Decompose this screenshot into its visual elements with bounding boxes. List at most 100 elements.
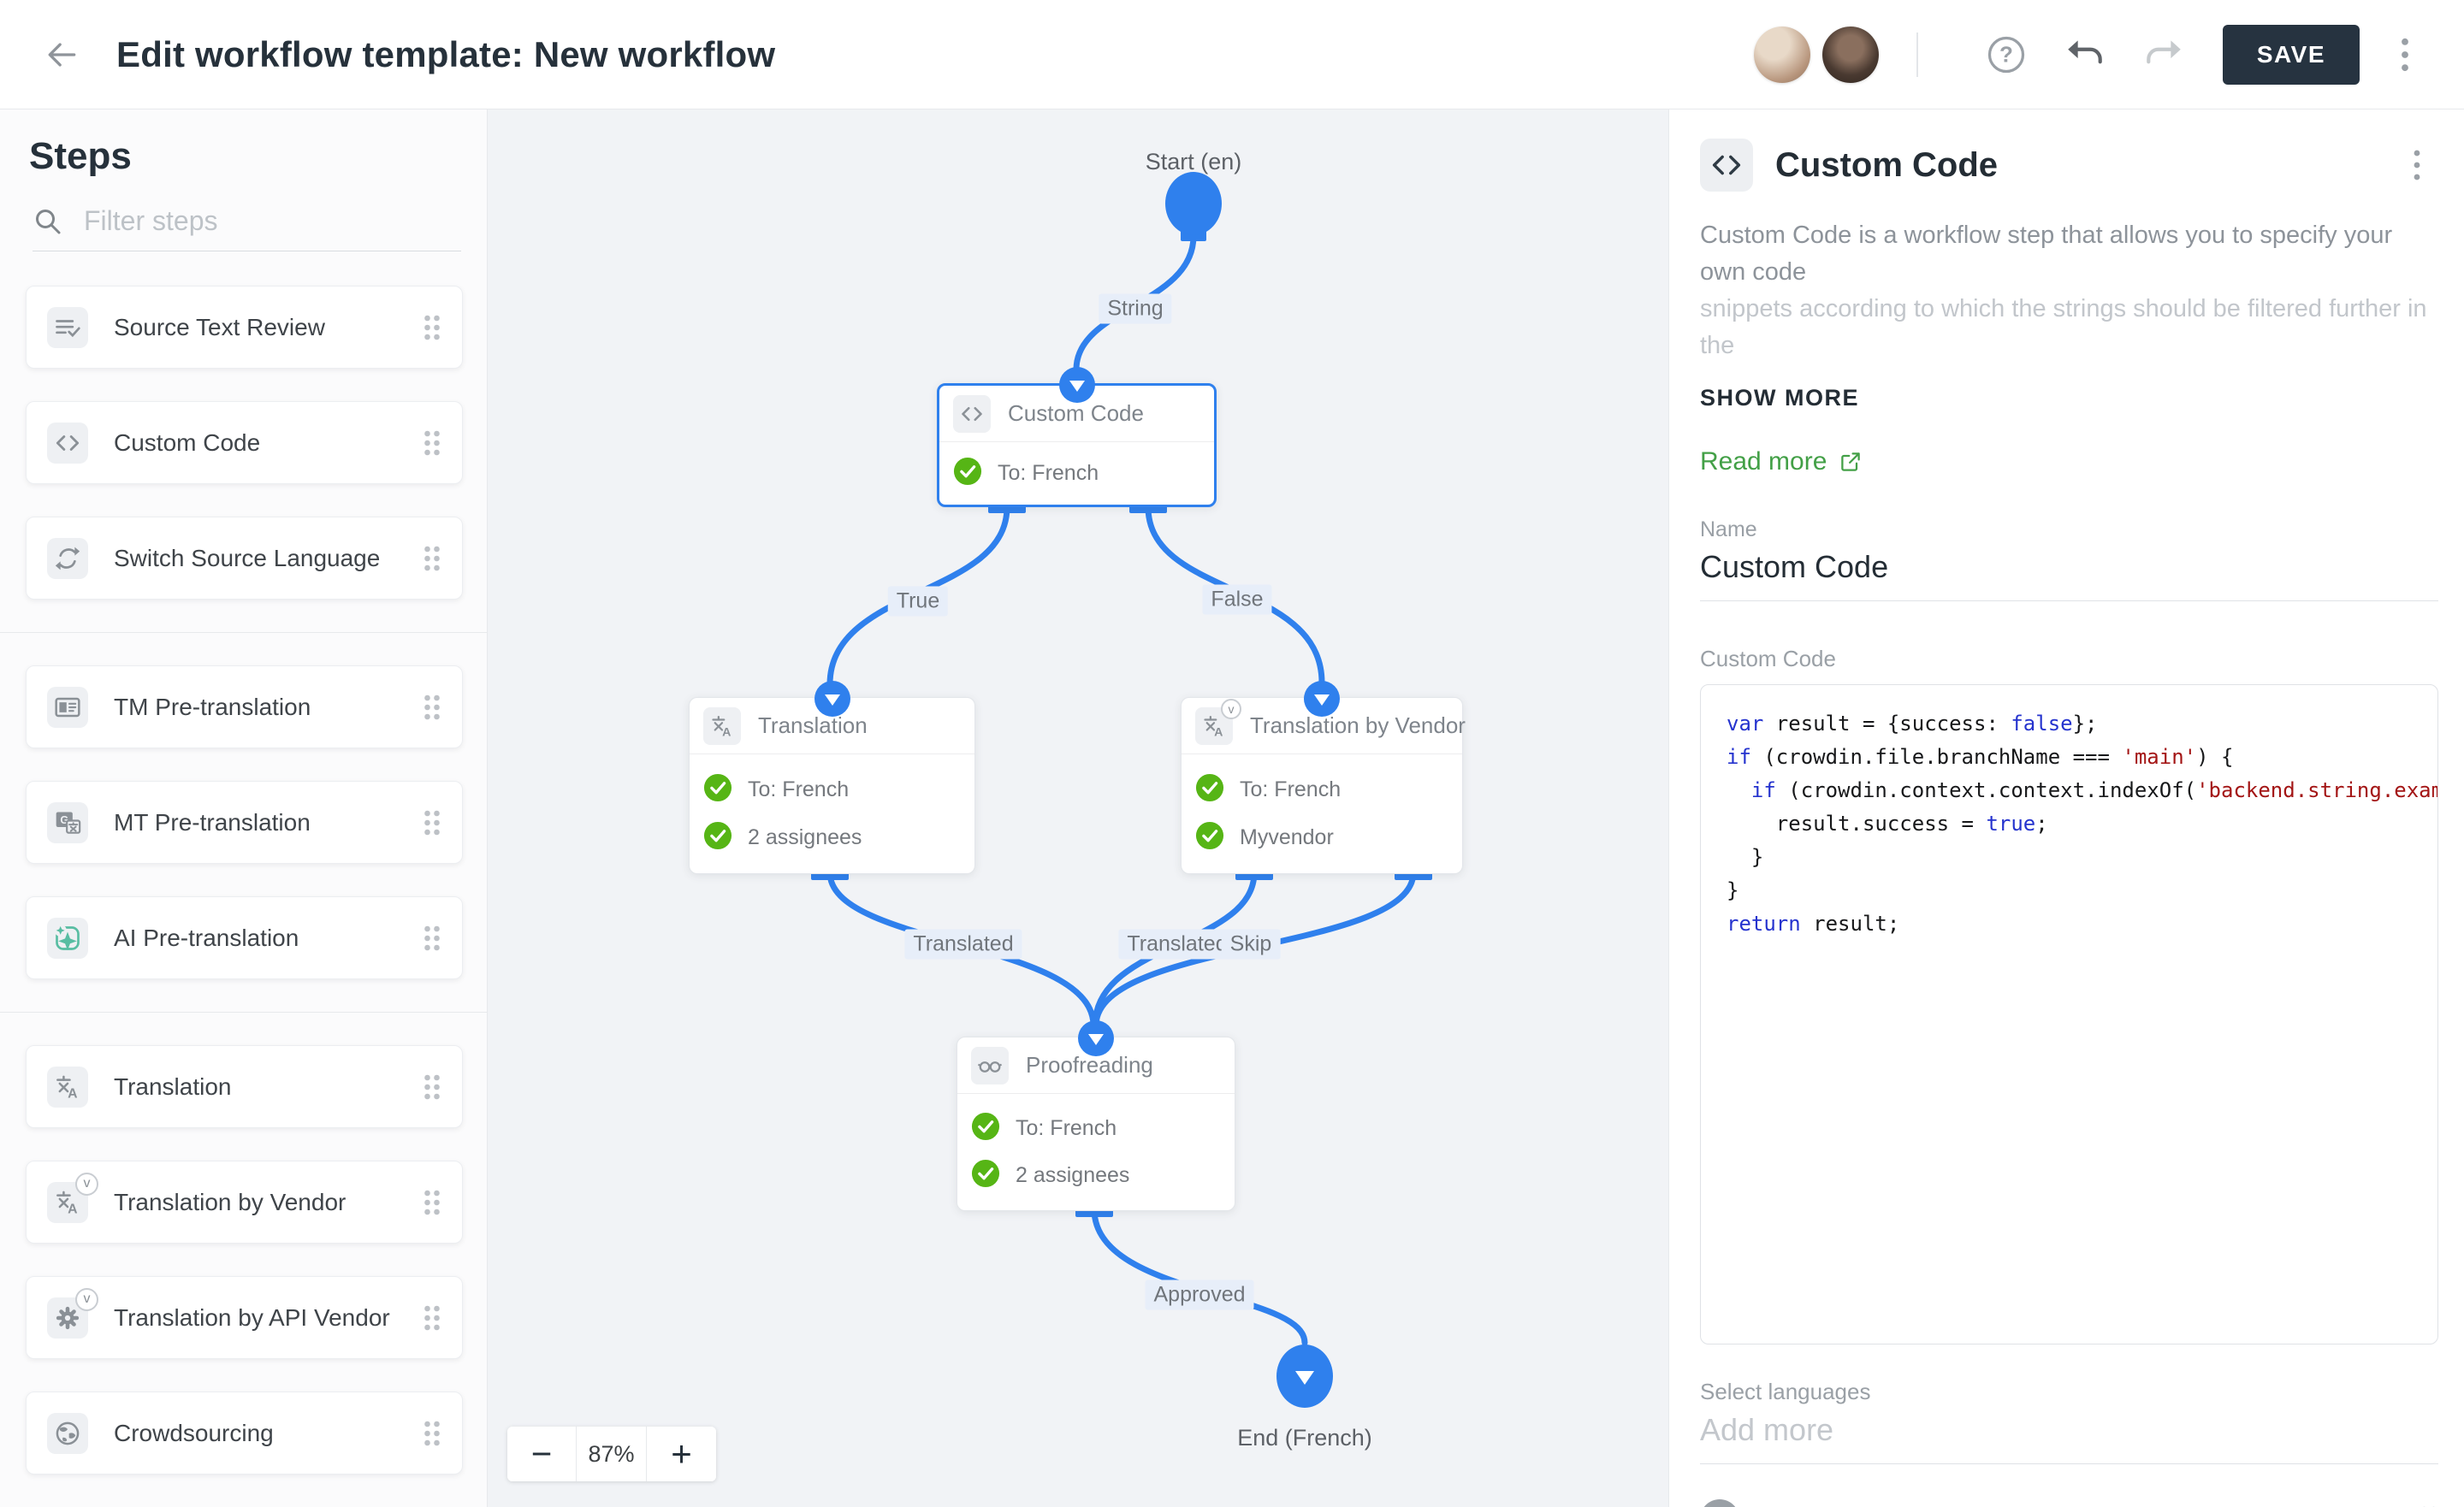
sidebar-step-custom-code[interactable]: Custom Code	[26, 401, 463, 484]
drag-handle-icon[interactable]	[423, 313, 441, 342]
edge-proofreading-approved	[1094, 1209, 1305, 1343]
workflow-node-proofreading[interactable]: Proofreading To: French 2 assignees	[957, 1037, 1235, 1211]
more-menu-button[interactable]	[2382, 30, 2428, 80]
node-status-text: 2 assignees	[1016, 1163, 1129, 1188]
help-button[interactable]: ?	[1981, 30, 2031, 80]
edge-label-skip: Skip	[1222, 930, 1281, 960]
workflow-edges	[488, 109, 1668, 1507]
sidebar-step-source-text-review[interactable]: Source Text Review	[26, 286, 463, 369]
drag-handle-icon[interactable]	[423, 1303, 441, 1333]
remove-language-button[interactable]	[1700, 1499, 1739, 1507]
read-more-label: Read more	[1700, 447, 1827, 476]
filter-steps-field	[33, 205, 461, 251]
sidebar-step-mt-pre-translation[interactable]: GMT Pre-translation	[26, 781, 463, 864]
step-label: Custom Code	[114, 429, 397, 457]
language-row-french: French	[1700, 1483, 2438, 1507]
node-title: Custom Code	[1008, 400, 1144, 427]
back-arrow-icon	[43, 36, 80, 74]
edge-label-translated: Translated	[904, 930, 1022, 960]
zoom-in-button[interactable]: +	[647, 1427, 716, 1481]
read-more-link[interactable]: Read more	[1700, 447, 2438, 476]
panel-more-menu-button[interactable]	[2396, 140, 2438, 190]
translation-icon: Av	[1195, 707, 1233, 745]
node-status-row: Myvendor	[1182, 821, 1462, 854]
steps-group-divider	[0, 1012, 488, 1013]
sidebar-step-translation-by-vendor[interactable]: AvTranslation by Vendor	[26, 1161, 463, 1244]
source-text-review-icon	[47, 307, 88, 348]
node-status-text: 2 assignees	[748, 825, 862, 850]
sidebar-step-tm-pre-translation[interactable]: TM Pre-translation	[26, 665, 463, 748]
workflow-canvas[interactable]: Start (en) End (French) StringTrueFalseT…	[488, 109, 1668, 1507]
redo-button[interactable]	[2139, 30, 2189, 80]
node-status-row: To: French	[1182, 773, 1462, 807]
code-editor[interactable]: var result = {success: false};if (crowdi…	[1700, 684, 2438, 1344]
custom-code-icon	[1700, 139, 1753, 192]
save-button[interactable]: SAVE	[2223, 25, 2360, 85]
workflow-node-translation-by-vendor[interactable]: Av Translation by Vendor To: French Myvendo…	[1181, 697, 1463, 874]
sidebar-step-translation-by-api-vendor[interactable]: vTranslation by API Vendor	[26, 1276, 463, 1359]
drag-handle-icon[interactable]	[423, 544, 441, 573]
sidebar-step-switch-source-language[interactable]: Switch Source Language	[26, 517, 463, 600]
edge-label-string: String	[1099, 294, 1171, 324]
show-more-button[interactable]: SHOW MORE	[1700, 385, 2438, 411]
undo-button[interactable]	[2060, 30, 2110, 80]
details-panel: Custom Code Custom Code is a workflow st…	[1668, 109, 2464, 1507]
sidebar-step-translation[interactable]: ATranslation	[26, 1045, 463, 1128]
check-icon	[971, 1159, 1000, 1192]
steps-group: Source Text Review Custom Code Switch Sour…	[26, 286, 463, 600]
port-translation-by-vendor-in[interactable]	[1304, 681, 1340, 717]
vendor-badge: v	[1221, 699, 1241, 719]
node-status-text: To: French	[1016, 1116, 1116, 1141]
code-line: if (crowdin.context.context.indexOf('bac…	[1727, 774, 2437, 807]
back-button[interactable]	[36, 29, 87, 80]
translation-icon: A	[47, 1067, 88, 1108]
step-label: TM Pre-translation	[114, 694, 397, 721]
sidebar-step-crowdsourcing[interactable]: Crowdsourcing	[26, 1392, 463, 1474]
page-title: Edit workflow template: New workflow	[116, 34, 775, 75]
start-node[interactable]	[1165, 172, 1222, 235]
kebab-icon	[2397, 33, 2413, 77]
port-custom-code-in[interactable]	[1059, 367, 1095, 403]
search-icon	[33, 206, 63, 237]
node-title: Proofreading	[1026, 1052, 1153, 1079]
port-proofreading-in[interactable]	[1078, 1020, 1114, 1056]
steps-group: ATranslation AvTranslation by Vendor vTran…	[26, 1045, 463, 1474]
avatar[interactable]	[1754, 27, 1810, 83]
drag-handle-icon[interactable]	[423, 1188, 441, 1217]
name-input[interactable]	[1700, 542, 2438, 601]
port-translation-in[interactable]	[814, 681, 850, 717]
drag-handle-icon[interactable]	[423, 693, 441, 722]
step-label: Source Text Review	[114, 314, 397, 341]
node-status-row: 2 assignees	[690, 821, 974, 854]
external-link-icon	[1839, 450, 1863, 474]
select-languages-label: Select languages	[1700, 1379, 2438, 1405]
panel-header: Custom Code	[1700, 139, 2438, 192]
vendor-badge: v	[75, 1173, 98, 1196]
selected-languages-list: French	[1700, 1483, 2438, 1507]
check-icon	[1195, 773, 1224, 807]
drag-handle-icon[interactable]	[423, 924, 441, 953]
drag-handle-icon[interactable]	[423, 428, 441, 458]
node-title: Translation	[758, 712, 868, 739]
ai-pretranslation-icon	[47, 918, 88, 959]
translation-icon: Av	[47, 1182, 88, 1223]
edge-label-true: True	[888, 587, 948, 617]
workflow-node-translation[interactable]: ATranslationTo: French2 assignees	[689, 697, 975, 874]
steps-heading: Steps	[29, 135, 487, 178]
node-status-text: To: French	[998, 461, 1099, 486]
svg-text:A: A	[68, 1086, 78, 1101]
panel-title: Custom Code	[1775, 146, 2373, 185]
add-language-input[interactable]	[1700, 1405, 2438, 1464]
drag-handle-icon[interactable]	[423, 1419, 441, 1448]
zoom-control: − 87% +	[507, 1427, 716, 1481]
zoom-out-button[interactable]: −	[507, 1427, 577, 1481]
drag-handle-icon[interactable]	[423, 808, 441, 837]
drag-handle-icon[interactable]	[423, 1073, 441, 1102]
filter-steps-input[interactable]	[84, 205, 461, 237]
switch-source-language-icon	[47, 538, 88, 579]
sidebar-step-ai-pre-translation[interactable]: AI Pre-translation	[26, 896, 463, 979]
edge-label-approved: Approved	[1145, 1280, 1253, 1310]
proofreading-icon	[971, 1047, 1009, 1084]
avatar[interactable]	[1822, 27, 1879, 83]
node-title: Translation by Vendor	[1250, 712, 1466, 739]
